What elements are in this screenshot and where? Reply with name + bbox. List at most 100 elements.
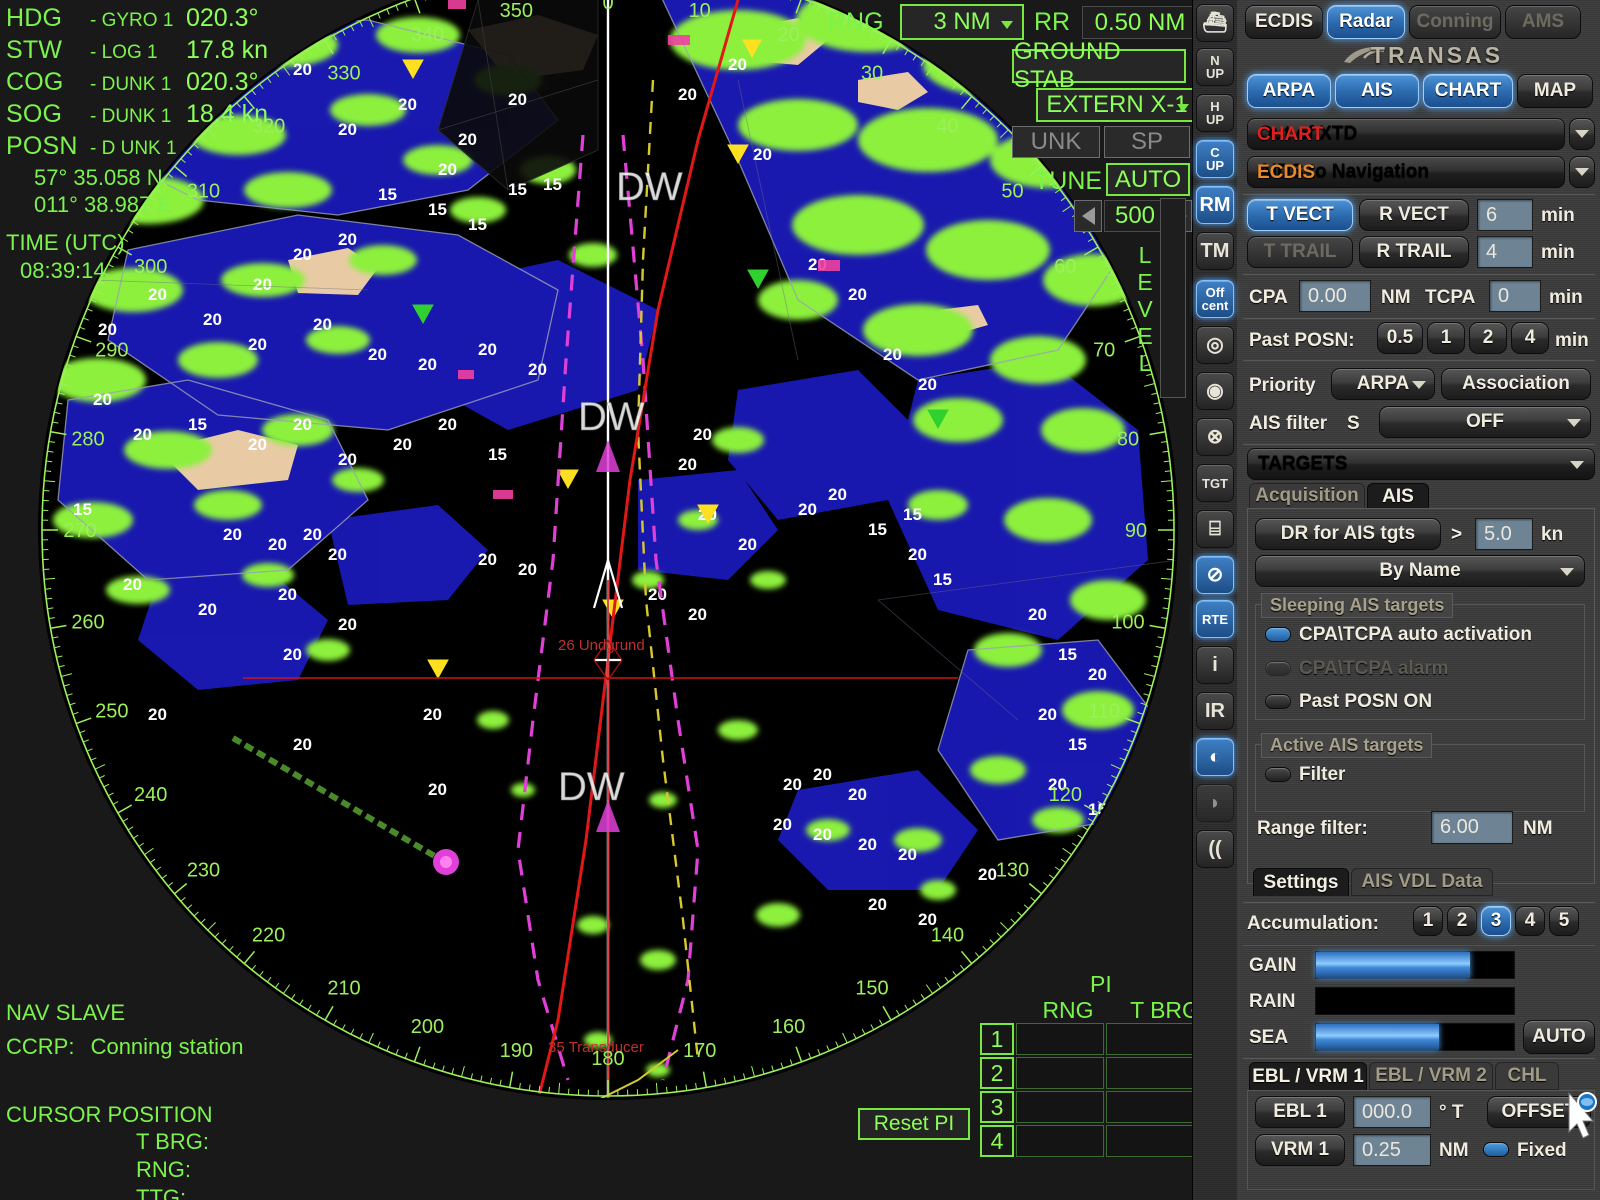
ship-icon[interactable]: ⛴: [1196, 4, 1234, 42]
layer-chart-button[interactable]: CHART: [1423, 74, 1513, 108]
tab-acquisition[interactable]: Acquisition: [1249, 483, 1365, 509]
info-icon[interactable]: i: [1196, 646, 1234, 684]
target-cancel-icon[interactable]: ⊗: [1196, 418, 1234, 456]
radar-display-area[interactable]: 2020 2020 2020 2020 1515 1515 1520 2020 …: [0, 0, 1192, 1200]
course-up-icon[interactable]: CUP: [1196, 140, 1234, 178]
ebl-bearing-field[interactable]: 000.0: [1353, 1096, 1431, 1128]
unk-button[interactable]: UNK: [1012, 126, 1100, 158]
sea-slider[interactable]: [1315, 1023, 1515, 1051]
layer-arpa-button[interactable]: ARPA: [1247, 74, 1331, 108]
sp-button[interactable]: SP: [1104, 126, 1190, 158]
pi-row-1-brg-cell[interactable]: [1106, 1023, 1192, 1055]
vrm-fixed-label: Fixed: [1517, 1140, 1567, 1162]
tab-ebl-vrm-1[interactable]: EBL / VRM 1: [1249, 1062, 1367, 1090]
tab-ais-targets[interactable]: AIS: [1367, 483, 1429, 509]
accumulation-5-button[interactable]: 5: [1549, 906, 1579, 936]
pi-row-2-brg-cell[interactable]: [1106, 1057, 1192, 1089]
nav-row-stw: STW - LOG 1 17.8 kn: [6, 36, 268, 68]
range-selector[interactable]: 3 NM: [900, 4, 1024, 40]
pi-row-1-rng-cell[interactable]: [1016, 1023, 1104, 1055]
route-icon[interactable]: RTE: [1196, 600, 1234, 638]
past-posn-4-button[interactable]: 4: [1511, 322, 1549, 354]
vrm-fixed-toggle[interactable]: [1483, 1142, 1509, 1157]
sea-auto-button[interactable]: AUTO: [1523, 1020, 1595, 1054]
cpa-tcpa-auto-activation-toggle[interactable]: [1265, 627, 1291, 642]
night-mode-icon[interactable]: ◗: [1196, 784, 1234, 822]
alarm-mute-icon[interactable]: ⊘: [1196, 556, 1234, 594]
trial-manoeuvre-icon[interactable]: ⌸: [1196, 510, 1234, 548]
tab-radar[interactable]: Radar: [1327, 5, 1405, 39]
ir-icon[interactable]: IR: [1196, 692, 1234, 730]
tab-chl[interactable]: CHL: [1495, 1062, 1559, 1090]
target-icon[interactable]: TGT: [1196, 464, 1234, 502]
pi-row-4-brg-cell[interactable]: [1106, 1125, 1192, 1157]
pi-row-4-rng-cell[interactable]: [1016, 1125, 1104, 1157]
reset-pi-button[interactable]: Reset PI: [858, 1108, 970, 1140]
head-up-icon[interactable]: HUP: [1196, 94, 1234, 132]
true-motion-icon[interactable]: TM: [1196, 232, 1234, 270]
layer-ais-button[interactable]: AIS: [1335, 74, 1419, 108]
range-filter-field[interactable]: 6.00: [1431, 811, 1513, 844]
parallel-index-icon[interactable]: ◉: [1196, 372, 1234, 410]
past-posn-1-button[interactable]: 1: [1427, 322, 1465, 354]
tab-ams[interactable]: AMS: [1505, 5, 1581, 39]
tcpa-field[interactable]: 0: [1489, 280, 1541, 312]
pulse-length-field[interactable]: 500: [1104, 200, 1166, 232]
alert-ecdis-expand-button[interactable]: [1569, 156, 1595, 188]
radar-source-selector[interactable]: EXTERN X-1: [1036, 88, 1192, 122]
vrm-range-field[interactable]: 0.25: [1353, 1134, 1431, 1166]
alert-chart-expand-button[interactable]: [1569, 118, 1595, 150]
trail-time-field[interactable]: 4: [1477, 236, 1533, 268]
tab-ais-vdl-data[interactable]: AIS VDL Data: [1351, 868, 1493, 896]
pi-row-2-button[interactable]: 2: [980, 1057, 1014, 1089]
relative-motion-icon[interactable]: RM: [1196, 186, 1234, 224]
rain-slider[interactable]: [1315, 987, 1515, 1015]
north-up-icon[interactable]: NUP: [1196, 48, 1234, 86]
cpa-tcpa-alarm-toggle[interactable]: [1265, 661, 1291, 676]
vector-time-field[interactable]: 6: [1477, 199, 1533, 231]
pi-row-2-rng-cell[interactable]: [1016, 1057, 1104, 1089]
accumulation-4-button[interactable]: 4: [1515, 906, 1545, 936]
antenna-icon[interactable]: ((: [1196, 830, 1234, 868]
tab-ebl-vrm-2[interactable]: EBL / VRM 2: [1369, 1062, 1493, 1090]
past-posn-2-button[interactable]: 2: [1469, 322, 1507, 354]
dr-for-ais-targets-button[interactable]: DR for AIS tgts: [1255, 518, 1441, 550]
active-filter-toggle[interactable]: [1265, 767, 1291, 782]
dr-speed-field[interactable]: 5.0: [1475, 518, 1533, 550]
pi-row-4-button[interactable]: 4: [980, 1125, 1014, 1157]
pi-row-1-button[interactable]: 1: [980, 1023, 1014, 1055]
vrm-1-button[interactable]: VRM 1: [1255, 1134, 1345, 1166]
sort-order-selector[interactable]: By Name: [1255, 555, 1585, 587]
gain-slider[interactable]: [1315, 951, 1515, 979]
true-vector-button[interactable]: T VECT: [1247, 199, 1353, 231]
cpa-field[interactable]: 0.00: [1299, 280, 1371, 312]
relative-vector-button[interactable]: R VECT: [1359, 199, 1469, 231]
layer-map-button[interactable]: MAP: [1517, 74, 1593, 108]
ebl-1-button[interactable]: EBL 1: [1255, 1096, 1345, 1128]
priority-selector[interactable]: ARPA: [1331, 368, 1435, 400]
brightness-icon[interactable]: ◐: [1196, 738, 1234, 776]
targets-section-header[interactable]: TARGETS: [1247, 448, 1595, 480]
association-button[interactable]: Association: [1441, 368, 1591, 400]
accumulation-3-button[interactable]: 3: [1481, 906, 1511, 936]
pi-row-3-button[interactable]: 3: [980, 1091, 1014, 1123]
accumulation-1-button[interactable]: 1: [1413, 906, 1443, 936]
true-trail-button[interactable]: T TRAIL: [1247, 236, 1353, 268]
accumulation-2-button[interactable]: 2: [1447, 906, 1477, 936]
range-rings-icon[interactable]: ◎: [1196, 326, 1234, 364]
tab-ecdis[interactable]: ECDIS: [1245, 5, 1323, 39]
level-slider[interactable]: [1160, 198, 1186, 398]
relative-trail-button[interactable]: R TRAIL: [1359, 236, 1469, 268]
tab-conning[interactable]: Conning: [1409, 5, 1501, 39]
off-center-icon[interactable]: Offcent: [1196, 280, 1234, 318]
tab-settings[interactable]: Settings: [1253, 868, 1349, 896]
stabilization-mode-button[interactable]: GROUND STAB: [1012, 49, 1186, 83]
pulse-decrease-button[interactable]: [1074, 200, 1102, 232]
ring-range-field[interactable]: 0.50 NM: [1082, 6, 1192, 39]
pi-row-3-brg-cell[interactable]: [1106, 1091, 1192, 1123]
past-posn-0.5-button[interactable]: 0.5: [1377, 322, 1423, 354]
tune-auto-button[interactable]: AUTO: [1106, 163, 1190, 196]
ais-filter-selector[interactable]: OFF: [1379, 406, 1591, 438]
past-posn-on-toggle[interactable]: [1265, 694, 1291, 709]
pi-row-3-rng-cell[interactable]: [1016, 1091, 1104, 1123]
